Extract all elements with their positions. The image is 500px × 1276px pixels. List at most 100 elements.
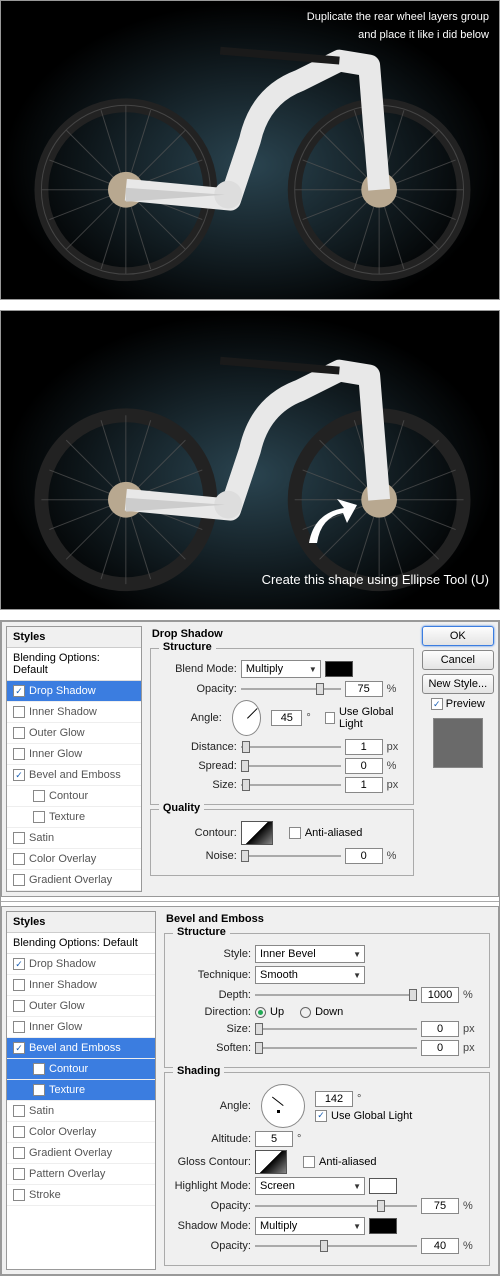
- preview-checkbox[interactable]: ✓: [431, 698, 443, 710]
- highlight-mode-select[interactable]: Screen: [255, 1177, 365, 1195]
- highlight-color-swatch[interactable]: [369, 1178, 397, 1194]
- shadow-mode-select[interactable]: Multiply: [255, 1217, 365, 1235]
- style-checkbox[interactable]: ✓: [13, 685, 25, 697]
- style-checkbox[interactable]: [13, 874, 25, 886]
- style-checkbox[interactable]: ✓: [13, 1042, 25, 1054]
- style-checkbox[interactable]: ✓: [13, 769, 25, 781]
- style-item-drop-shadow[interactable]: ✓Drop Shadow: [7, 681, 141, 702]
- s-opacity-input[interactable]: 40: [421, 1238, 459, 1254]
- down-label: Down: [315, 1006, 343, 1018]
- depth-slider[interactable]: [255, 987, 417, 1003]
- style-item-color-overlay[interactable]: Color Overlay: [7, 849, 141, 870]
- blending-options-row[interactable]: Blending Options: Default: [7, 648, 141, 681]
- opacity-input[interactable]: 75: [345, 681, 383, 697]
- blend-mode-select[interactable]: Multiply: [241, 660, 321, 678]
- angle-dial[interactable]: [232, 700, 261, 736]
- anti-aliased-checkbox-2[interactable]: [303, 1156, 315, 1168]
- angle-input[interactable]: 45: [271, 710, 302, 726]
- style-select[interactable]: Inner Bevel: [255, 945, 365, 963]
- noise-slider[interactable]: [241, 848, 341, 864]
- style-item-stroke[interactable]: Stroke: [7, 1185, 155, 1206]
- use-global-light-checkbox-2[interactable]: ✓: [315, 1110, 327, 1122]
- new-style-button[interactable]: New Style...: [422, 674, 494, 694]
- h-opacity-input[interactable]: 75: [421, 1198, 459, 1214]
- soften-input[interactable]: 0: [421, 1040, 459, 1056]
- angle-input-2[interactable]: 142: [315, 1091, 353, 1107]
- depth-input[interactable]: 1000: [421, 987, 459, 1003]
- style-checkbox[interactable]: [33, 790, 45, 802]
- style-item-inner-shadow[interactable]: Inner Shadow: [7, 702, 141, 723]
- altitude-input[interactable]: 5: [255, 1131, 293, 1147]
- size-slider-2[interactable]: [255, 1021, 417, 1037]
- shadow-color-swatch[interactable]: [325, 661, 353, 677]
- style-checkbox[interactable]: [13, 1000, 25, 1012]
- distance-input[interactable]: 1: [345, 739, 383, 755]
- style-checkbox[interactable]: ✓: [13, 958, 25, 970]
- style-item-satin[interactable]: Satin: [7, 828, 141, 849]
- style-item-gradient-overlay[interactable]: Gradient Overlay: [7, 1143, 155, 1164]
- soften-slider[interactable]: [255, 1040, 417, 1056]
- style-checkbox[interactable]: [13, 1105, 25, 1117]
- layer-style-dialog-bevel: Styles Blending Options: Default ✓Drop S…: [1, 906, 499, 1275]
- style-item-contour[interactable]: Contour: [7, 786, 141, 807]
- angle-label: Angle:: [159, 712, 222, 724]
- spread-input[interactable]: 0: [345, 758, 383, 774]
- style-checkbox[interactable]: [13, 1021, 25, 1033]
- style-checkbox[interactable]: [13, 1126, 25, 1138]
- s-opacity-slider[interactable]: [255, 1238, 417, 1254]
- size-slider[interactable]: [241, 777, 341, 793]
- style-item-gradient-overlay[interactable]: Gradient Overlay: [7, 870, 141, 891]
- h-opacity-slider[interactable]: [255, 1198, 417, 1214]
- style-item-drop-shadow[interactable]: ✓Drop Shadow: [7, 954, 155, 975]
- layer-style-dialog-drop-shadow: Styles Blending Options: Default ✓Drop S…: [1, 621, 499, 897]
- style-item-label: Inner Glow: [29, 1021, 82, 1033]
- style-checkbox[interactable]: [13, 1147, 25, 1159]
- style-checkbox[interactable]: [13, 727, 25, 739]
- style-item-texture[interactable]: Texture: [7, 807, 141, 828]
- style-checkbox[interactable]: [33, 811, 45, 823]
- style-checkbox[interactable]: [33, 1063, 45, 1075]
- shadow-color-swatch-2[interactable]: [369, 1218, 397, 1234]
- style-item-pattern-overlay[interactable]: Pattern Overlay: [7, 1164, 155, 1185]
- style-checkbox[interactable]: [13, 1189, 25, 1201]
- style-item-inner-shadow[interactable]: Inner Shadow: [7, 975, 155, 996]
- style-item-bevel-and-emboss[interactable]: ✓Bevel and Emboss: [7, 1038, 155, 1059]
- style-item-outer-glow[interactable]: Outer Glow: [7, 996, 155, 1017]
- noise-input[interactable]: 0: [345, 848, 383, 864]
- style-checkbox[interactable]: [33, 1084, 45, 1096]
- size-input-2[interactable]: 0: [421, 1021, 459, 1037]
- contour-picker[interactable]: [241, 821, 273, 845]
- size-input[interactable]: 1: [345, 777, 383, 793]
- use-global-light-checkbox[interactable]: [325, 712, 335, 724]
- style-checkbox[interactable]: [13, 748, 25, 760]
- style-checkbox[interactable]: [13, 706, 25, 718]
- gloss-contour-picker[interactable]: [255, 1150, 287, 1174]
- opacity-slider[interactable]: [241, 681, 341, 697]
- technique-select[interactable]: Smooth: [255, 966, 365, 984]
- style-item-contour[interactable]: Contour: [7, 1059, 155, 1080]
- direction-down-radio[interactable]: [300, 1007, 311, 1018]
- style-item-outer-glow[interactable]: Outer Glow: [7, 723, 141, 744]
- cancel-button[interactable]: Cancel: [422, 650, 494, 670]
- blending-options-row-2[interactable]: Blending Options: Default: [7, 933, 155, 954]
- style-checkbox[interactable]: [13, 832, 25, 844]
- spread-slider[interactable]: [241, 758, 341, 774]
- distance-slider[interactable]: [241, 739, 341, 755]
- spread-label: Spread:: [159, 760, 237, 772]
- style-item-texture[interactable]: Texture: [7, 1080, 155, 1101]
- style-checkbox[interactable]: [13, 1168, 25, 1180]
- angle-dial-2[interactable]: [261, 1084, 305, 1128]
- style-item-inner-glow[interactable]: Inner Glow: [7, 744, 141, 765]
- style-item-label: Pattern Overlay: [29, 1168, 105, 1180]
- style-checkbox[interactable]: [13, 853, 25, 865]
- direction-up-radio[interactable]: [255, 1007, 266, 1018]
- style-item-inner-glow[interactable]: Inner Glow: [7, 1017, 155, 1038]
- anti-aliased-checkbox[interactable]: [289, 827, 301, 839]
- ok-button[interactable]: OK: [422, 626, 494, 646]
- style-item-bevel-and-emboss[interactable]: ✓Bevel and Emboss: [7, 765, 141, 786]
- style-item-label: Inner Shadow: [29, 706, 97, 718]
- style-item-label: Inner Glow: [29, 748, 82, 760]
- style-checkbox[interactable]: [13, 979, 25, 991]
- style-item-color-overlay[interactable]: Color Overlay: [7, 1122, 155, 1143]
- style-item-satin[interactable]: Satin: [7, 1101, 155, 1122]
